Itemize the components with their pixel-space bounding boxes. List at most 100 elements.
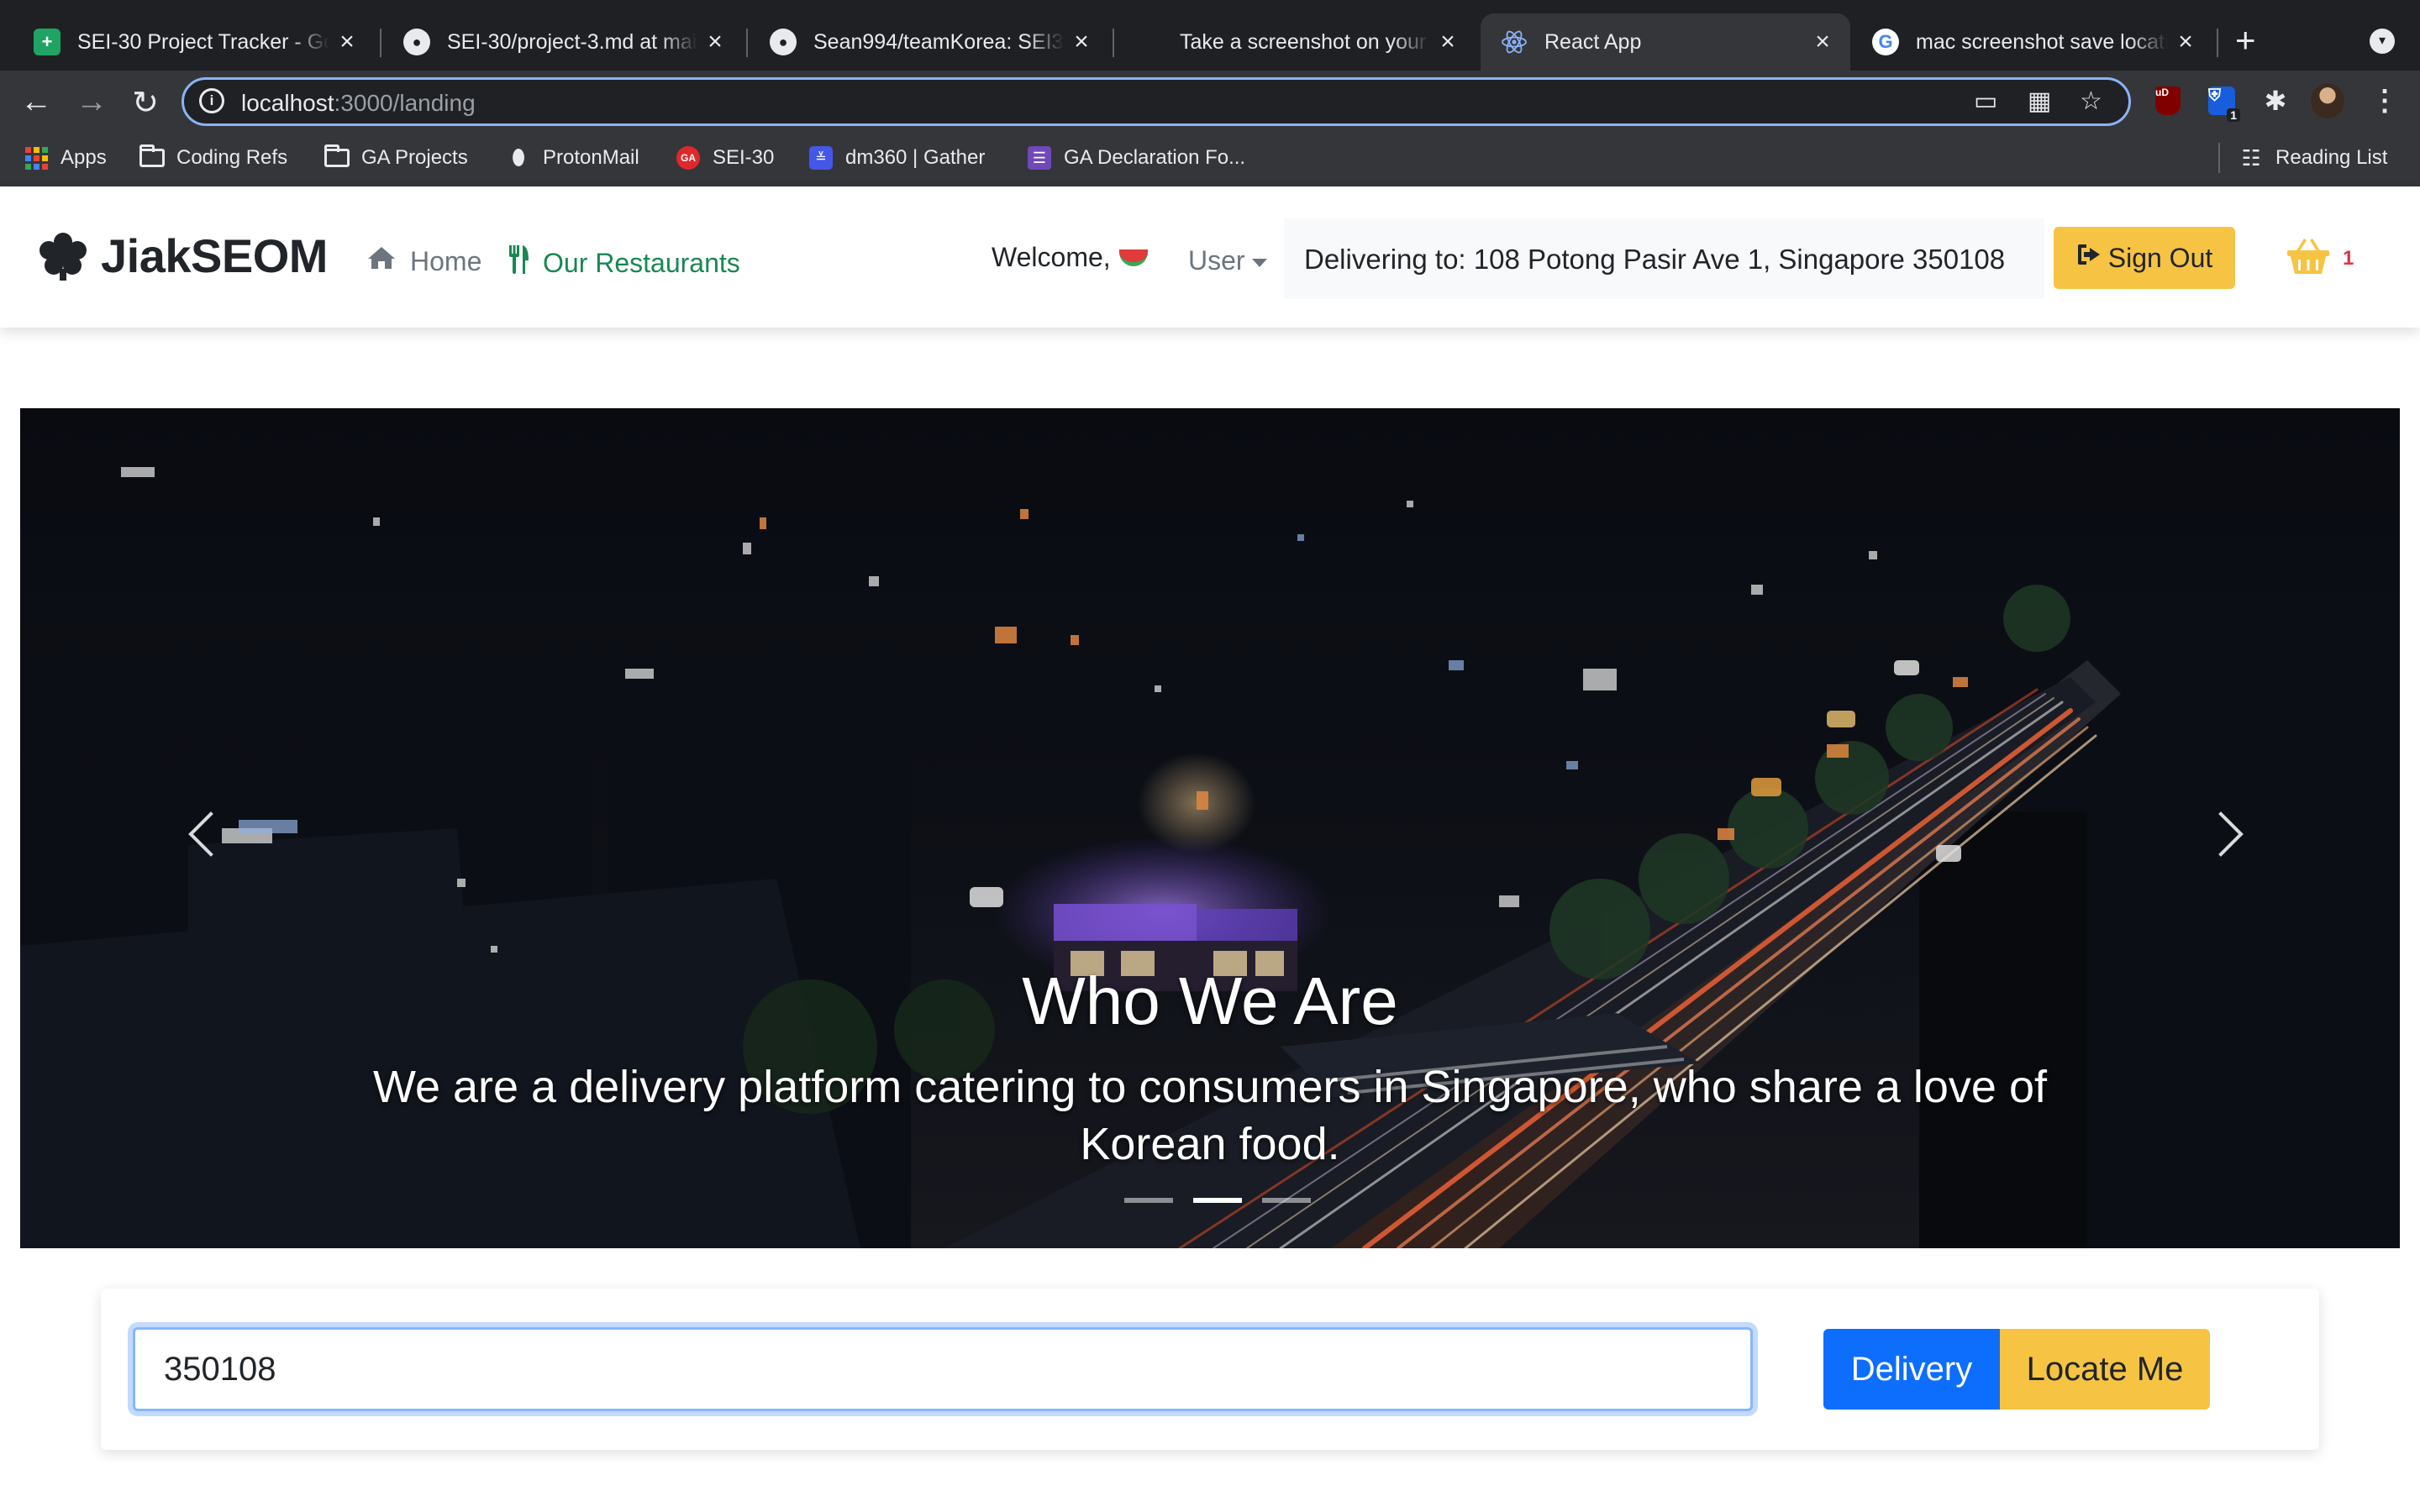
bookmark-divider: [2218, 143, 2220, 173]
tab-divider: [380, 29, 381, 57]
bookmark-protonmail[interactable]: ⬮ ProtonMail: [506, 143, 639, 173]
carousel-prev-button[interactable]: [180, 803, 230, 870]
address-url[interactable]: localhost:3000/landing: [241, 90, 476, 117]
brand[interactable]: JiakSEOM: [37, 228, 328, 283]
bookmark-apps[interactable]: Apps: [24, 143, 107, 173]
bookmark-label: Coding Refs: [176, 146, 288, 169]
bookmark-ga-projects[interactable]: GA Projects: [324, 143, 468, 173]
delivery-address-display: Delivering to: 108 Potong Pasir Ave 1, S…: [1284, 218, 2044, 299]
browser-tab-5-active[interactable]: React App ×: [1481, 13, 1850, 71]
profile-avatar[interactable]: [2311, 83, 2344, 118]
close-tab-icon[interactable]: ×: [1812, 28, 1833, 56]
tab-title: Sean994/teamKorea: SEI30: [813, 29, 1064, 54]
tab-title: mac screenshot save locati: [1916, 29, 2168, 54]
tab-divider: [2217, 29, 2218, 57]
folder-icon: [139, 144, 165, 170]
sign-out-button[interactable]: Sign Out: [2054, 227, 2235, 289]
sign-out-icon: [2076, 243, 2102, 273]
carousel-indicator-3[interactable]: [1262, 1198, 1311, 1203]
site-info-icon[interactable]: i: [199, 88, 224, 113]
brand-name: JiakSEOM: [101, 229, 328, 282]
sign-out-label: Sign Out: [2107, 242, 2213, 273]
bookmark-label: ProtonMail: [543, 146, 639, 169]
hero-carousel: Who We Are We are a delivery platform ca…: [20, 408, 2400, 1248]
tab-divider: [746, 29, 748, 57]
bookmark-label: GA Projects: [361, 146, 468, 169]
tab-title: Take a screenshot on your M: [1180, 29, 1430, 54]
github-icon: ●: [770, 29, 797, 55]
browser-tab-6[interactable]: G mac screenshot save locati ×: [1852, 13, 2213, 71]
close-tab-icon[interactable]: ×: [2175, 28, 2196, 56]
forward-arrow-icon[interactable]: →: [71, 84, 113, 120]
brand-logo-icon: [37, 230, 89, 282]
tab-title: React App: [1544, 29, 1642, 54]
cart-count-badge: 1: [2343, 247, 2354, 270]
carousel-caption-title: Who We Are: [1022, 963, 1398, 1038]
apps-grid-icon: [24, 146, 49, 170]
bookmark-label: SEI-30: [713, 146, 775, 169]
home-icon: [366, 245, 397, 277]
reading-list[interactable]: ☷ Reading List: [2238, 143, 2387, 173]
back-arrow-icon[interactable]: ←: [15, 84, 57, 120]
bookmark-label: Apps: [60, 146, 107, 169]
github-icon: ●: [403, 29, 430, 55]
user-dropdown-label: User: [1188, 245, 1245, 276]
delivery-address-text: Delivering to: 108 Potong Pasir Ave 1, S…: [1304, 244, 2006, 275]
postal-search-card: Delivery Locate Me: [101, 1289, 2319, 1450]
user-dropdown[interactable]: User: [1188, 245, 1267, 276]
url-path: :3000/landing: [334, 90, 476, 116]
address-bar[interactable]: i localhost:3000/landing ▭ ▦ ☆: [182, 77, 2131, 126]
close-tab-icon[interactable]: ×: [704, 28, 726, 56]
carousel-indicator-1[interactable]: [1124, 1198, 1173, 1203]
reload-icon[interactable]: ↻: [124, 84, 166, 122]
cart-basket-icon[interactable]: [2286, 237, 2331, 276]
nav-our-restaurants[interactable]: Our Restaurants: [508, 245, 740, 281]
tab-search-button[interactable]: ▾: [2370, 29, 2395, 54]
bookmark-star-icon[interactable]: ☆: [2080, 87, 2102, 116]
bookmark-dm360-gather[interactable]: ≚ dm360 | Gather: [808, 143, 985, 173]
qr-code-icon[interactable]: ▦: [2028, 87, 2051, 116]
locate-me-button[interactable]: Locate Me: [2000, 1329, 2210, 1410]
bookmark-label: dm360 | Gather: [845, 146, 986, 169]
new-tab-button[interactable]: +: [2235, 22, 2256, 59]
close-tab-icon[interactable]: ×: [1437, 28, 1459, 56]
app-navbar: JiakSEOM Home Our Restaurants Welcome, U…: [0, 186, 2420, 328]
delivery-button[interactable]: Delivery: [1823, 1329, 2000, 1410]
protonmail-icon: ⬮: [511, 144, 526, 170]
carousel-indicator-2-active[interactable]: [1193, 1198, 1242, 1203]
bookmark-ga-declaration[interactable]: ☰ GA Declaration Fo...: [1027, 143, 1245, 173]
ublock-icon[interactable]: uD: [2151, 84, 2185, 118]
ga-icon: GA: [676, 146, 701, 170]
gather-icon: ≚: [808, 146, 834, 170]
browser-menu-icon[interactable]: ⋮: [2368, 84, 2402, 118]
browser-tab-2[interactable]: ● SEI-30/project-3.md at mai ×: [383, 13, 743, 71]
url-host: localhost: [241, 90, 334, 116]
forms-icon: ☰: [1027, 146, 1052, 170]
react-icon: [1501, 29, 1528, 55]
bitwarden-icon[interactable]: ⛨ 1: [2205, 84, 2240, 122]
nav-restaurants-label: Our Restaurants: [543, 247, 740, 278]
tab-divider: [1113, 29, 1114, 57]
carousel-next-button[interactable]: [2205, 803, 2255, 870]
bookmark-sei-30[interactable]: GA SEI-30: [676, 143, 774, 173]
sheets-icon: +: [34, 29, 60, 55]
watermelon-icon: [1118, 249, 1148, 266]
extensions-puzzle-icon[interactable]: ✱: [2259, 84, 2292, 118]
folder-icon: [324, 144, 350, 170]
browser-tab-1[interactable]: + SEI-30 Project Tracker - Go ×: [13, 13, 375, 71]
close-tab-icon[interactable]: ×: [1071, 28, 1092, 56]
close-tab-icon[interactable]: ×: [336, 28, 358, 56]
welcome-message: Welcome,: [992, 242, 1148, 273]
caret-down-icon: [1251, 258, 1267, 267]
browser-tab-4[interactable]: Take a screenshot on your M ×: [1116, 13, 1476, 71]
utensils-icon: [508, 245, 529, 281]
postal-code-input[interactable]: [133, 1327, 1753, 1411]
browser-tab-3[interactable]: ● Sean994/teamKorea: SEI30 ×: [750, 13, 1109, 71]
nav-home[interactable]: Home: [366, 245, 481, 277]
bookmark-label: GA Declaration Fo...: [1064, 146, 1246, 169]
browser-tab-bar: + SEI-30 Project Tracker - Go × ● SEI-30…: [0, 0, 2420, 71]
cast-icon[interactable]: ▭: [1974, 87, 1997, 116]
reading-list-label: Reading List: [2275, 146, 2388, 169]
tab-title: SEI-30 Project Tracker - Go: [77, 29, 329, 54]
bookmark-coding-refs[interactable]: Coding Refs: [139, 143, 287, 173]
